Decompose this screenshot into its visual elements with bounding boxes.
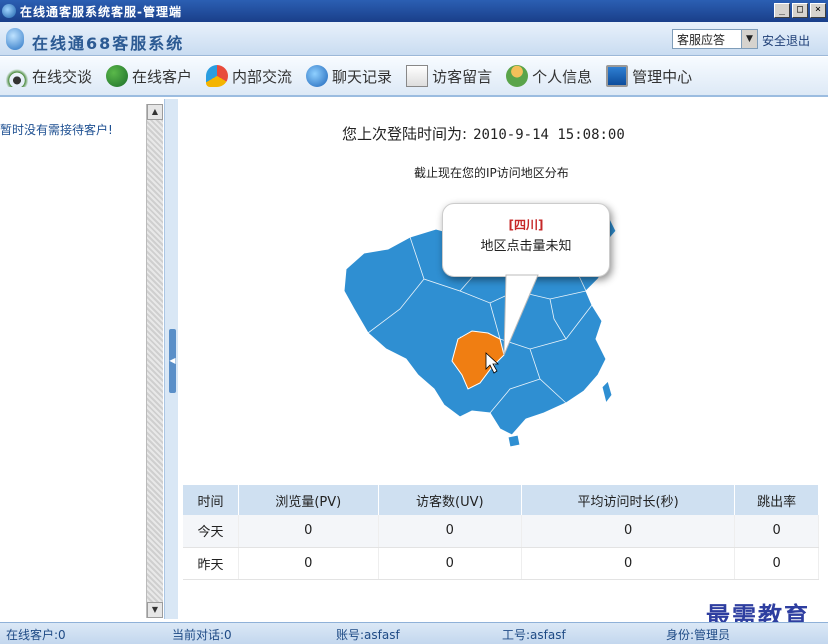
online-customers-count: 在线客户:0 (6, 628, 66, 642)
nav-item-chat-records[interactable]: 聊天记录 (300, 56, 400, 96)
nav-label: 在线交谈 (32, 67, 93, 86)
current-chats-count: 当前对话:0 (172, 628, 232, 642)
panel-splitter[interactable]: ◀ (164, 99, 178, 619)
tooltip-region: [四川] (508, 218, 544, 232)
status-selected-value: 客服应答 (677, 32, 726, 47)
sidebar-scrollbar[interactable]: ▲ ▼ (146, 104, 163, 618)
job-number-info: 工号:asfasf (502, 628, 566, 642)
col-header-time: 时间 (183, 485, 239, 515)
main-content: 您上次登陆时间为: 2010-9-14 15:08:00 截止现在您的IP访问地区… (180, 99, 828, 619)
table-cell: 0 (734, 547, 819, 580)
close-button[interactable]: × (810, 3, 826, 18)
scroll-up-button[interactable]: ▲ (147, 104, 163, 120)
traffic-stats-table: 时间 浏览量(PV) 访客数(UV) 平均访问时长(秒) 跳出率 今天 0 0 … (183, 485, 819, 580)
window-title: 在线通客服系统客服-管理端 (20, 4, 182, 19)
nav-label: 内部交流 (232, 67, 293, 86)
table-cell: 0 (238, 547, 379, 580)
nav-label: 在线客户 (132, 67, 193, 86)
collapse-handle[interactable]: ◀ (169, 329, 176, 393)
table-header-row: 时间 浏览量(PV) 访客数(UV) 平均访问时长(秒) 跳出率 (183, 485, 819, 515)
minimize-button[interactable]: _ (774, 3, 790, 18)
chevron-down-icon[interactable]: ▼ (741, 30, 757, 48)
signal-icon (6, 65, 28, 87)
nav-item-internal-chat[interactable]: 内部交流 (200, 56, 300, 96)
nav-item-visitor-messages[interactable]: 访客留言 (400, 56, 500, 96)
empty-queue-text: 暂时没有需接待客户! (0, 123, 113, 137)
nav-item-online-customers[interactable]: 在线客户 (100, 56, 200, 96)
app-icon (2, 4, 16, 18)
customer-queue-panel: 暂时没有需接待客户! (0, 99, 148, 619)
nav-label: 管理中心 (632, 67, 693, 86)
tooltip-pointer (503, 274, 539, 356)
table-cell: 昨天 (183, 547, 239, 580)
table-row: 今天 0 0 0 0 (183, 515, 819, 548)
table-cell: 0 (378, 547, 522, 580)
table-row: 昨天 0 0 0 0 (183, 547, 819, 580)
message-icon (406, 65, 429, 87)
maximize-button[interactable]: □ (792, 3, 808, 18)
col-header-pv: 浏览量(PV) (238, 485, 379, 515)
nav-label: 个人信息 (532, 67, 593, 86)
scroll-down-button[interactable]: ▼ (147, 602, 163, 618)
nav-item-online-chat[interactable]: 在线交谈 (0, 56, 100, 96)
last-login-value: 2010-9-14 15:08:00 (473, 127, 625, 143)
nav-label: 聊天记录 (332, 67, 393, 86)
status-bar: 在线客户:0 当前对话:0 账号:asfasf 工号:asfasf 身份:管理员 (0, 622, 828, 644)
nav-item-admin-center[interactable]: 管理中心 (600, 56, 700, 96)
nav-item-personal-info[interactable]: 个人信息 (500, 56, 600, 96)
window-controls: _ □ × (774, 3, 826, 18)
table-cell: 0 (238, 515, 379, 548)
table-cell: 今天 (183, 515, 239, 548)
region-tooltip: [四川] 地区点击量未知 (442, 203, 610, 277)
tooltip-text: 地区点击量未知 (480, 239, 572, 254)
window-titlebar: 在线通客服系统客服-管理端 _ □ × (0, 0, 828, 22)
table-cell: 0 (521, 547, 736, 580)
last-login-label: 您上次登陆时间为: (342, 125, 468, 143)
table-cell: 0 (521, 515, 736, 548)
logo-icon (6, 28, 24, 50)
identity-info: 身份:管理员 (666, 628, 731, 642)
monitor-icon (606, 65, 629, 87)
map-title: 截止现在您的IP访问地区分布 (414, 166, 569, 180)
chat-icon (206, 65, 229, 87)
nav-label: 访客留言 (432, 67, 493, 86)
person-icon (506, 65, 529, 87)
table-cell: 0 (734, 515, 819, 548)
app-title: 在线通68客服系统 (32, 34, 185, 53)
account-info: 账号:asfasf (336, 628, 400, 642)
col-header-avg-duration: 平均访问时长(秒) (521, 485, 736, 515)
records-icon (306, 65, 329, 87)
map-region-hainan[interactable] (507, 434, 521, 448)
status-select[interactable]: 客服应答 ▼ (672, 29, 758, 49)
col-header-uv: 访客数(UV) (378, 485, 522, 515)
users-icon (106, 65, 129, 87)
main-nav: 在线交谈 在线客户 内部交流 聊天记录 访客留言 个人信息 管理中心 (0, 57, 828, 97)
logout-link[interactable]: 安全退出 (762, 32, 810, 49)
app-header: 在线通68客服系统 客服应答 ▼ 安全退出 (0, 22, 828, 56)
table-cell: 0 (378, 515, 522, 548)
map-region-taiwan[interactable] (601, 380, 613, 405)
last-login: 您上次登陆时间为: 2010-9-14 15:08:00 (342, 123, 625, 144)
col-header-bounce-rate: 跳出率 (734, 485, 819, 515)
